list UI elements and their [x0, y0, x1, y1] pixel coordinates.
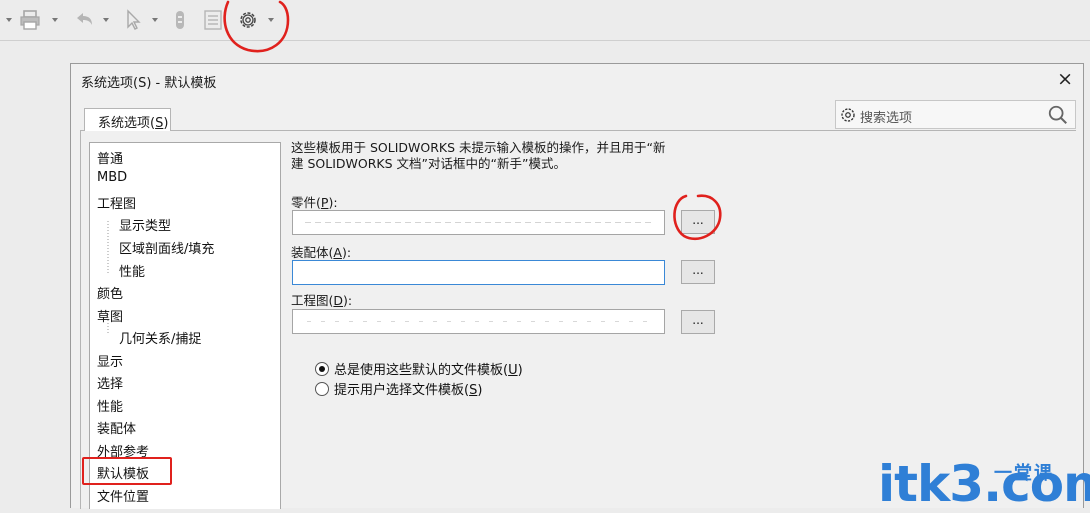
tree-item-colors[interactable]: 颜色 — [97, 283, 123, 302]
description-line-1: 这些模板用于 SOLIDWORKS 未提示输入模板的操作，并且用于“新 — [291, 140, 666, 155]
tree-item-drawing-performance[interactable]: 性能 — [119, 261, 145, 280]
radio-button[interactable] — [315, 362, 329, 376]
chevron-down-icon[interactable] — [152, 18, 158, 22]
tree-item-mbd[interactable]: MBD — [97, 170, 127, 185]
chevron-down-icon[interactable] — [52, 18, 58, 22]
tree-item-general[interactable]: 普通 — [97, 148, 123, 167]
radio-prompt-user[interactable]: 提示用户选择文件模板(S) — [315, 379, 482, 398]
tree-item-relations-snaps[interactable]: 几何关系/捕捉 — [119, 328, 201, 347]
tree-item-selection[interactable]: 选择 — [97, 373, 123, 392]
assembly-template-field[interactable] — [292, 260, 665, 285]
drawing-label: 工程图(D): — [291, 293, 353, 308]
chevron-down-icon[interactable] — [6, 18, 12, 22]
blurred-path — [307, 321, 647, 322]
tree-item-drawings[interactable]: 工程图 — [97, 193, 136, 212]
tree-item-display-style[interactable]: 显示类型 — [119, 215, 171, 234]
print-icon[interactable] — [18, 8, 42, 32]
selection-highlight — [82, 457, 172, 485]
search-placeholder: 搜索选项 — [860, 111, 913, 126]
watermark-cn: 一堂课 — [994, 463, 1054, 484]
select-pointer-icon[interactable] — [122, 8, 146, 32]
tree-item-performance[interactable]: 性能 — [97, 396, 123, 415]
tab-label: 系统选项 — [98, 116, 151, 131]
description-line-2: 建 SOLIDWORKS 文档”对话框中的“新手”模式。 — [291, 156, 566, 171]
chevron-down-icon[interactable] — [103, 18, 109, 22]
list-icon[interactable] — [203, 8, 223, 32]
tree-item-display[interactable]: 显示 — [97, 351, 123, 370]
assembly-label: 装配体(A): — [291, 245, 352, 260]
toolbar — [0, 0, 1090, 40]
part-browse-button[interactable]: ... — [681, 210, 715, 234]
tree-item-area-hatch[interactable]: 区域剖面线/填充 — [119, 238, 214, 257]
chevron-down-icon[interactable] — [268, 18, 274, 22]
dialog-title: 系统选项(S) - 默认模板 — [81, 76, 217, 91]
close-icon[interactable]: × — [1057, 69, 1073, 89]
gear-icon — [841, 108, 855, 122]
part-template-field[interactable] — [292, 210, 665, 235]
undo-icon[interactable] — [72, 8, 96, 32]
description: 这些模板用于 SOLIDWORKS 未提示输入模板的操作，并且用于“新 建 SO… — [291, 140, 731, 172]
tree-item-assemblies[interactable]: 装配体 — [97, 418, 136, 437]
search-icon[interactable] — [1047, 104, 1069, 126]
watermark: itk3.com 一堂课 — [878, 455, 1090, 513]
tab-system-options[interactable]: 系统选项(S) — [84, 108, 171, 131]
drawing-template-field[interactable] — [292, 309, 665, 334]
gear-icon[interactable] — [236, 8, 260, 32]
radio-always-use-defaults[interactable]: 总是使用这些默认的文件模板(U) — [315, 359, 523, 378]
system-options-dialog: 系统选项(S) - 默认模板 × 搜索选项 系统选项(S) 普通 MBD 工程图… — [70, 63, 1084, 509]
tree-item-file-locations[interactable]: 文件位置 — [97, 486, 149, 505]
radio-button[interactable] — [315, 382, 329, 396]
drawing-browse-button[interactable]: ... — [681, 310, 715, 334]
blurred-path — [305, 222, 655, 223]
tree-item-sketch[interactable]: 草图 — [97, 306, 123, 325]
part-label: 零件(P): — [291, 195, 338, 210]
search-box[interactable]: 搜索选项 — [835, 100, 1076, 129]
assembly-browse-button[interactable]: ... — [681, 260, 715, 284]
options-tree: 普通 MBD 工程图 显示类型 区域剖面线/填充 性能 颜色 草图 几何关系/捕… — [82, 142, 281, 509]
watermark-main: itk3.com — [878, 455, 1090, 513]
part-icon[interactable] — [170, 8, 190, 32]
tree-connector — [107, 221, 109, 273]
toolbar-divider — [0, 40, 1090, 41]
